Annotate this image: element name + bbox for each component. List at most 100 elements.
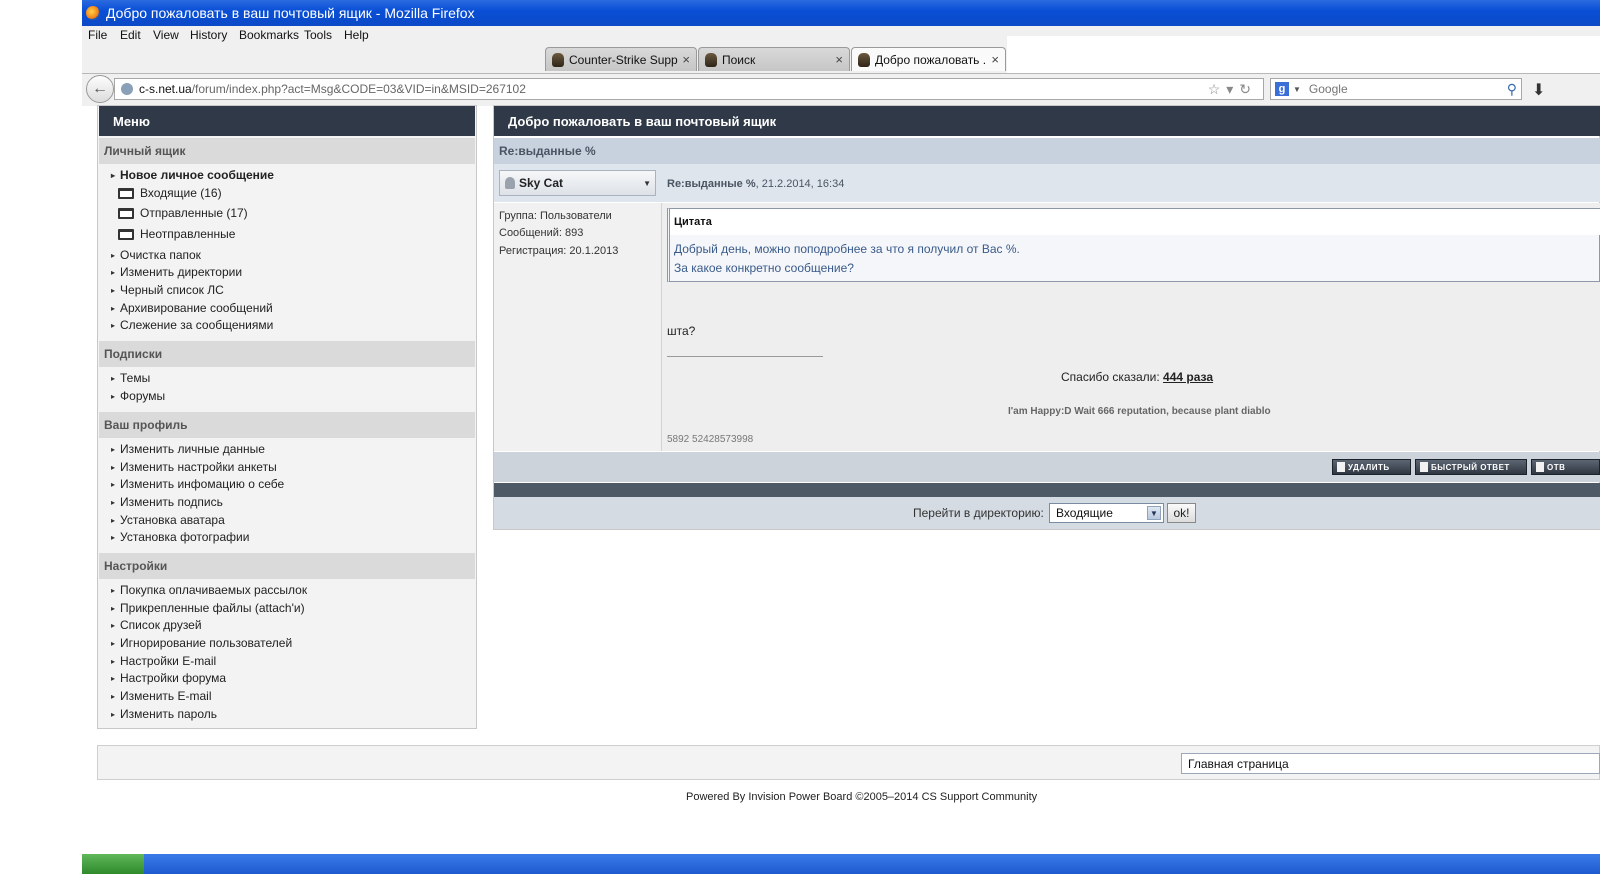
site-favicon-icon	[705, 52, 717, 67]
folder-icon	[118, 187, 134, 199]
folder-sent[interactable]: Отправленные (17)	[118, 206, 248, 220]
sidebar-link[interactable]: Игнорирование пользователей	[111, 636, 292, 650]
section-settings: Настройки	[99, 553, 475, 579]
start-button[interactable]	[82, 854, 144, 874]
author-name: Sky Cat	[519, 176, 564, 190]
post-text: шта?	[667, 324, 696, 338]
sidebar-link[interactable]: Темы	[111, 371, 150, 385]
sidebar-link[interactable]: Настройки E-mail	[111, 654, 216, 668]
search-icon[interactable]: ⚲	[1507, 81, 1517, 98]
sidebar-link[interactable]: Архивирование сообщений	[111, 301, 273, 315]
taskbar	[82, 854, 1600, 874]
firefox-icon	[86, 6, 100, 20]
reply-icon	[1536, 462, 1544, 472]
menu-help[interactable]: Help	[344, 28, 369, 42]
quote-line: За какое конкретно сообщение?	[674, 261, 854, 275]
menu-file[interactable]: File	[88, 28, 107, 42]
folder-icon	[118, 228, 134, 240]
sidebar-link[interactable]: Список друзей	[111, 618, 202, 632]
sidebar-link[interactable]: Слежение за сообщениями	[111, 318, 273, 332]
post-subject: Re:выданные %	[667, 178, 756, 190]
sidebar-link[interactable]: Очистка папок	[111, 248, 201, 262]
folder-jump-go-button[interactable]: ok!	[1167, 503, 1196, 523]
folder-unsent[interactable]: Неотправленные	[118, 227, 235, 241]
tab-counter-strike[interactable]: Counter-Strike Suppo... ×	[545, 47, 697, 71]
sidebar-link[interactable]: Изменить директории	[111, 265, 242, 279]
sidebar-link[interactable]: Прикрепленные файлы (attach'и)	[111, 601, 305, 615]
button-label: УДАЛИТЬ	[1348, 462, 1390, 472]
folder-jump-value: Входящие	[1056, 506, 1113, 520]
tab-label: Добро пожаловать ...	[875, 52, 988, 67]
page-title: Добро пожаловать в ваш почтовый ящик	[494, 106, 1600, 136]
back-arrow-icon: ←	[92, 80, 108, 97]
site-favicon-icon	[552, 52, 564, 67]
sidebar-link[interactable]: Изменить E-mail	[111, 689, 211, 703]
author-registration: Регистрация: 20.1.2013	[499, 245, 619, 257]
quote-line: Добрый день, можно поподробнее за что я …	[674, 242, 1020, 256]
url-host: c-s.net.ua	[139, 82, 192, 96]
sidebar-link[interactable]: Настройки форума	[111, 671, 226, 685]
sidebar-link[interactable]: Форумы	[111, 389, 165, 403]
search-bar[interactable]: g ▼ ⚲	[1270, 78, 1522, 100]
folder-inbox[interactable]: Входящие (16)	[118, 186, 222, 200]
tab-close-icon[interactable]: ×	[835, 52, 843, 67]
signature-text: I'am Happy:D Wait 666 reputation, becaus…	[1008, 406, 1271, 417]
tab-label: Поиск	[722, 52, 756, 67]
sidebar-link[interactable]: Изменить личные данные	[111, 442, 265, 456]
menu-view[interactable]: View	[153, 28, 179, 42]
search-input[interactable]	[1306, 81, 1507, 97]
folder-jump-select[interactable]: Входящие ▼	[1049, 503, 1164, 523]
delete-icon	[1337, 462, 1345, 472]
download-icon[interactable]: ⬇	[1532, 80, 1545, 100]
search-engine-dropdown-icon[interactable]: ▼	[1293, 85, 1301, 94]
back-button[interactable]: ←	[86, 75, 114, 103]
url-path: /forum/index.php?act=Msg&CODE=03&VID=in&…	[191, 82, 526, 96]
author-dropdown[interactable]: Sky Cat ▼	[499, 170, 656, 196]
menu-history[interactable]: History	[190, 28, 227, 42]
chevron-down-icon[interactable]: ▼	[1147, 506, 1161, 520]
author-info-column	[494, 203, 662, 451]
tab-close-icon[interactable]: ×	[991, 52, 999, 67]
post-date: , 21.2.2014, 16:34	[755, 178, 845, 190]
window-title: Добро пожаловать в ваш почтовый ящик - M…	[106, 5, 475, 21]
divider-stripe	[494, 483, 1600, 497]
author-post-count: Сообщений: 893	[499, 227, 584, 239]
sidebar-link[interactable]: Изменить пароль	[111, 707, 217, 721]
reply-button[interactable]: ОТВ	[1531, 459, 1600, 475]
site-favicon-icon	[858, 52, 870, 67]
sidebar-link[interactable]: Изменить инфомацию о себе	[111, 477, 284, 491]
section-profile: Ваш профиль	[99, 412, 475, 438]
tab-close-icon[interactable]: ×	[682, 52, 690, 67]
menu-edit[interactable]: Edit	[120, 28, 141, 42]
menu-bookmarks[interactable]: Bookmarks	[239, 28, 299, 42]
thanks-link[interactable]: 444 раза	[1163, 370, 1213, 384]
bookmark-star-reload-icons[interactable]: ☆▾↻	[1208, 81, 1257, 98]
quick-reply-button[interactable]: БЫСТРЫЙ ОТВЕТ	[1415, 459, 1527, 475]
author-group: Группа: Пользователи	[499, 210, 612, 222]
button-label: БЫСТРЫЙ ОТВЕТ	[1431, 462, 1510, 472]
sidebar-link[interactable]: Покупка оплачиваемых рассылок	[111, 583, 307, 597]
google-icon[interactable]: g	[1275, 82, 1289, 96]
sidebar-link[interactable]: Изменить подпись	[111, 495, 223, 509]
tab-strip-blank	[1007, 36, 1600, 74]
menu-tools[interactable]: Tools	[304, 28, 332, 42]
address-bar[interactable]: c-s.net.ua /forum/index.php?act=Msg&CODE…	[114, 78, 1264, 100]
tab-search[interactable]: Поиск ×	[698, 47, 850, 71]
folder-label: Отправленные (17)	[140, 206, 248, 220]
window-titlebar: Добро пожаловать в ваш почтовый ящик - M…	[82, 0, 1600, 26]
forum-jump-select[interactable]: Главная страница	[1181, 753, 1600, 774]
site-identity-icon[interactable]	[121, 83, 133, 95]
tab-mailbox[interactable]: Добро пожаловать ... ×	[851, 47, 1006, 71]
sidebar-link[interactable]: Установка аватара	[111, 513, 225, 527]
section-personal-box: Личный ящик	[99, 138, 475, 164]
sidebar-link[interactable]: Установка фотографии	[111, 530, 249, 544]
sidebar-link[interactable]: Черный список ЛС	[111, 283, 224, 297]
sidebar-link[interactable]: Изменить настройки анкеты	[111, 460, 277, 474]
signature-divider	[667, 356, 823, 357]
delete-button[interactable]: УДАЛИТЬ	[1332, 459, 1411, 475]
copyright: Powered By Invision Power Board ©2005–20…	[686, 791, 1038, 803]
sidebar-new-message[interactable]: Новое личное сообщение	[111, 168, 274, 182]
thanks-label: Спасибо сказали:	[1061, 370, 1164, 384]
user-icon	[505, 177, 515, 189]
folder-icon	[118, 207, 134, 219]
